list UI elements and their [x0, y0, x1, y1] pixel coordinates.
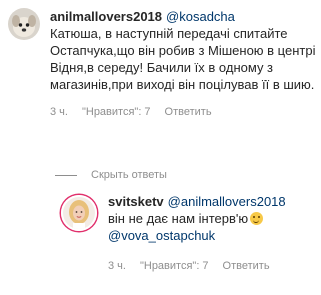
comment-text: anilmallovers2018 @kosadcha Катюша, в наст… [50, 8, 318, 93]
comment: anilmallovers2018 @kosadcha Катюша, в наст… [8, 8, 318, 118]
comment-mention[interactable]: @kosadcha [166, 9, 235, 24]
woman-avatar-icon [63, 197, 95, 229]
comment-username[interactable]: svitsketv [108, 194, 164, 209]
comment-mention[interactable]: @anilmallovers2018 [168, 194, 286, 209]
hide-replies-button[interactable]: Скрыть ответы [55, 169, 167, 181]
reply-comment: svitsketv @anilmallovers2018 він не дає на… [61, 193, 319, 272]
comment-meta: 3 ч. "Нравится": 7 Ответить [108, 260, 319, 272]
dog-avatar-icon [8, 8, 40, 40]
comment-time[interactable]: 3 ч. [50, 106, 68, 118]
avatar[interactable] [61, 195, 97, 231]
comment-mention[interactable]: @vova_ostapchuk [108, 228, 215, 243]
likes-count[interactable]: "Нравится": 7 [140, 260, 209, 272]
comment-body: anilmallovers2018 @kosadcha Катюша, в наст… [50, 8, 318, 118]
comment-time[interactable]: 3 ч. [108, 260, 126, 272]
likes-count[interactable]: "Нравится": 7 [82, 106, 151, 118]
comment-content: Катюша, в наступній передачі спитайте Ос… [50, 26, 316, 92]
reply-button[interactable]: Ответить [223, 260, 270, 272]
comment-username[interactable]: anilmallovers2018 [50, 9, 162, 24]
comment-content: він не дає нам інтерв'ю [108, 211, 249, 226]
replies-divider [55, 174, 77, 176]
hide-replies-label: Скрыть ответы [91, 169, 167, 181]
avatar[interactable] [8, 8, 40, 40]
reply-button[interactable]: Ответить [165, 106, 212, 118]
comment-meta: 3 ч. "Нравится": 7 Ответить [50, 106, 318, 118]
comment-text: svitsketv @anilmallovers2018 він не дає на… [108, 193, 319, 244]
comment-body: svitsketv @anilmallovers2018 він не дає на… [108, 193, 319, 272]
slightly-smiling-face-icon [250, 212, 264, 225]
